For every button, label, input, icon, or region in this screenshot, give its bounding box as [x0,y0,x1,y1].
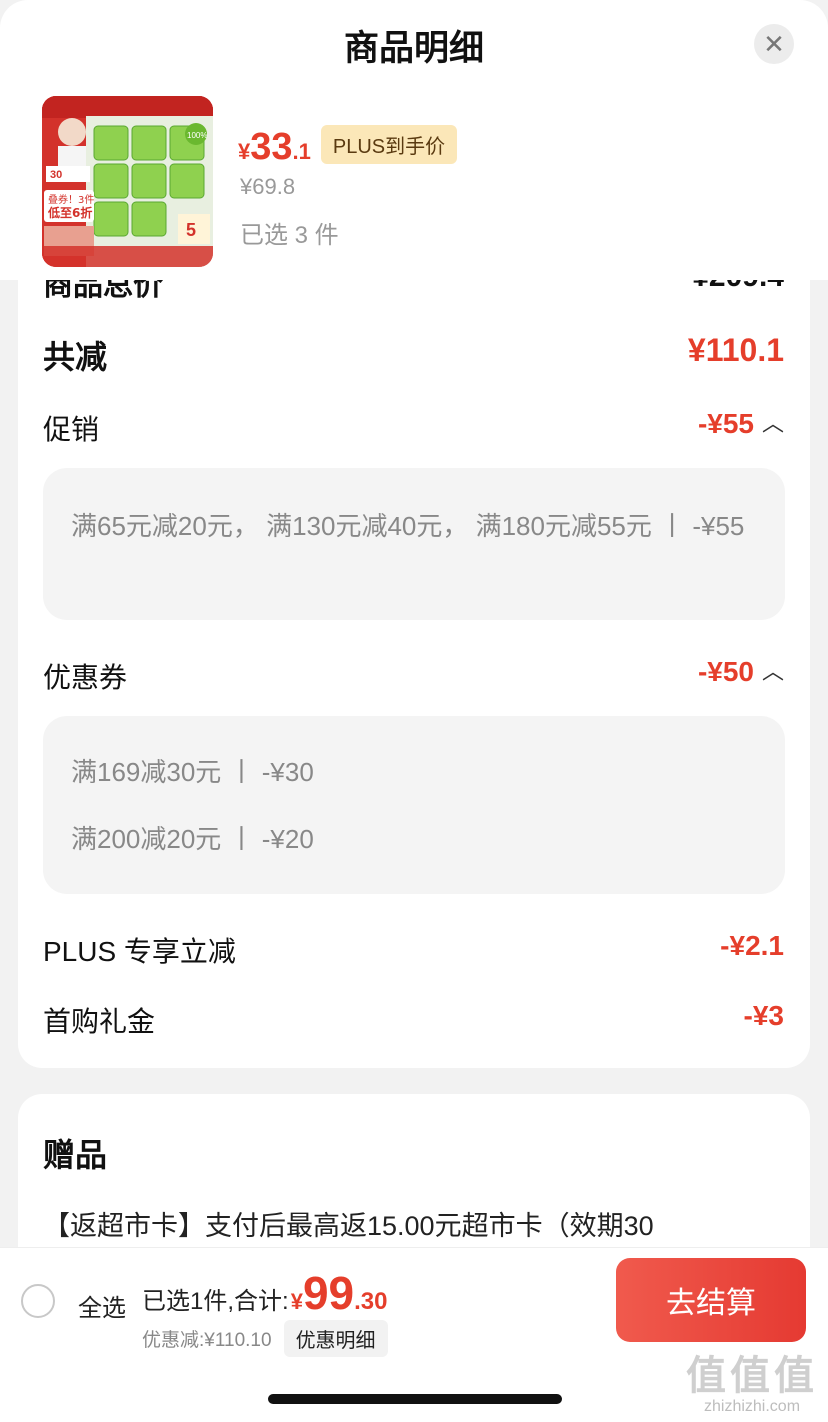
coupon-toggle[interactable]: -¥50 ︿ [698,656,784,688]
plus-price: ¥ 33 .1 PLUS到手价 [238,125,458,170]
checkout-bar: 全选 已选1件,合计: ¥ 99 .30 优惠减:¥110.10 优惠明细 去结… [0,1247,828,1422]
watermark: 值值值 zhizhizhi.com [686,1354,818,1416]
promo-detail-text: 满65元减20元， 满130元减40元， 满180元减55元 丨 -¥55 [71,511,745,541]
discount-text: 优惠减:¥110.10 [142,1330,272,1351]
promo-label: 促销 [43,414,100,445]
price-decimal: .1 [292,139,311,164]
total-reduce-value: ¥110.1 [687,332,784,368]
discount-detail-button[interactable]: 优惠明细 [283,1320,388,1357]
selected-count: 已选 3 件 [240,222,339,249]
total-reduce-label: 共减 [43,339,108,375]
total-line: 已选1件,合计: ¥ 99 .30 [142,1266,387,1320]
coupon-item: 满200减20元 丨 -¥20 [71,824,314,854]
original-price: ¥69.8 [240,174,296,199]
plus-price-tag: PLUS到手价 [320,125,458,164]
total-integer: 99 [302,1267,355,1319]
total-decimal: .30 [354,1288,388,1315]
close-icon: ✕ [763,29,785,59]
promo-value: -¥55 [697,408,754,439]
total-price-value: ¥209.4 [692,280,784,294]
chevron-up-icon: ︿ [761,411,784,436]
watermark-logo: 值值值 [686,1354,818,1398]
thumb-five: 5 [186,220,196,240]
thumb-promo-big: 低至6折 [47,205,92,220]
checkout-button[interactable]: 去结算 [616,1258,806,1342]
chevron-up-icon: ︿ [761,659,784,684]
coupon-detail-box: 满169减30元 丨 -¥30 满200减20元 丨 -¥20 [43,716,785,894]
gift-title: 赠品 [43,1137,108,1173]
promo-toggle[interactable]: -¥55 ︿ [698,408,784,440]
product-detail-sheet: 商品明细 ✕ 30 叠券！3件 低至6折 100% 5 ¥ 33 .1 PLUS… [0,0,828,1422]
product-thumbnail[interactable]: 30 叠券！3件 低至6折 100% 5 [42,96,213,267]
select-all-radio[interactable] [21,1284,55,1318]
thumb-badge-30: 30 [50,169,62,181]
total-price-label: 商品总价 [43,280,163,302]
select-all-label[interactable]: 全选 [78,1288,126,1323]
thumb-promo-line: 叠券！3件 [48,193,94,206]
price-integer: 33 [250,126,293,168]
watermark-url: zhizhizhi.com [703,1398,801,1415]
close-button[interactable]: ✕ [754,24,794,64]
product-image: 30 叠券！3件 低至6折 100% 5 [42,96,213,267]
promo-detail-box: 满65元减20元， 满130元减40元， 满180元减55元 丨 -¥55 [43,468,785,620]
first-gift-label: 首购礼金 [43,1006,156,1037]
product-summary: 30 叠券！3件 低至6折 100% 5 ¥ 33 .1 PLUS到手价 ¥69… [0,90,828,280]
total-label: 已选1件,合计: [142,1288,289,1315]
coupon-label: 优惠券 [43,662,128,693]
discount-line: 优惠减:¥110.10 优惠明细 [142,1320,388,1357]
page-title: 商品明细 [343,29,484,68]
first-gift-value: -¥3 [743,1000,784,1031]
thumb-pct: 100% [187,131,207,140]
plus-discount-value: -¥2.1 [720,930,784,961]
home-indicator[interactable] [268,1394,562,1404]
total-symbol: ¥ [290,1289,303,1314]
coupon-value: -¥50 [697,656,754,687]
plus-discount-label: PLUS 专享立减 [43,936,236,967]
gift-description: 【返超市卡】支付后最高返15.00元超市卡（效期30 [43,1211,654,1241]
coupon-item: 满169减30元 丨 -¥30 [71,757,314,787]
price-symbol: ¥ [238,139,251,164]
sheet-header: 商品明细 ✕ [0,0,828,90]
price-details-card: 商品总价 ¥209.4 共减 ¥110.1 促销 -¥55 ︿ 满65元减20元，… [18,280,810,1068]
